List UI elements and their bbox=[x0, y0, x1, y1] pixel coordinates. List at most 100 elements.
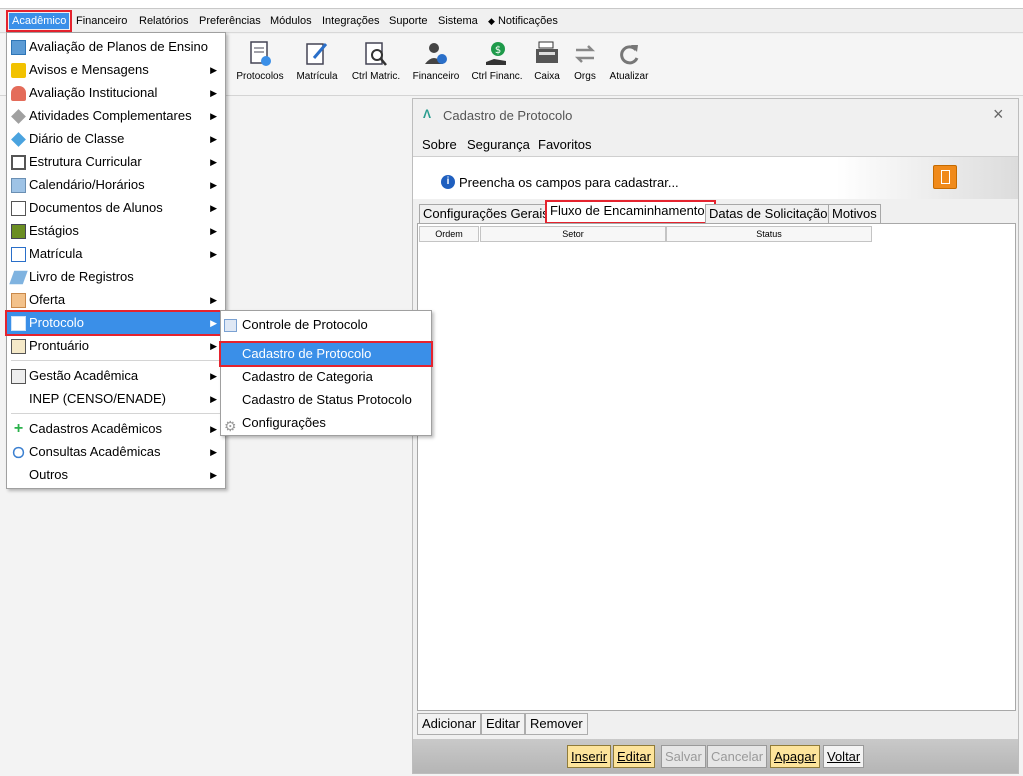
edit-button[interactable]: Editar bbox=[613, 745, 655, 768]
cash-register-icon bbox=[536, 41, 558, 63]
protocol-submenu: Controle de Protocolo Cadastro de Protoc… bbox=[219, 310, 433, 436]
swap-arrows-icon bbox=[574, 45, 596, 63]
menu-item-consultas[interactable]: Consultas Acadêmicas ▶ bbox=[7, 441, 225, 463]
menu-item-avaliacao-planos[interactable]: Avaliação de Planos de Ensino bbox=[7, 36, 225, 58]
toolbar-financeiro-button[interactable]: Financeiro bbox=[410, 38, 462, 92]
add-button[interactable]: Adicionar bbox=[417, 713, 482, 735]
remove-button[interactable]: Remover bbox=[525, 713, 588, 735]
toolbar-orgs-button[interactable]: Orgs bbox=[571, 38, 599, 92]
menu-separator bbox=[11, 413, 221, 414]
chevron-right-icon: ▶ bbox=[210, 203, 217, 213]
svg-text:$: $ bbox=[495, 45, 501, 56]
chevron-right-icon: ▶ bbox=[210, 226, 217, 236]
warning-icon bbox=[11, 63, 26, 78]
back-button[interactable]: Voltar bbox=[823, 745, 865, 768]
menu-item-calendario[interactable]: Calendário/Horários ▶ bbox=[7, 174, 225, 196]
cancel-button[interactable]: Cancelar bbox=[707, 745, 768, 768]
menu-preferencias[interactable]: Preferências bbox=[199, 13, 261, 29]
chevron-right-icon: ▶ bbox=[210, 157, 217, 167]
menu-item-gestao[interactable]: Gestão Acadêmica ▶ bbox=[7, 365, 225, 387]
menu-item-avisos[interactable]: Avisos e Mensagens ▶ bbox=[7, 59, 225, 81]
main-menubar: Acadêmico Financeiro Relatórios Preferên… bbox=[0, 9, 1023, 33]
menu-item-matricula[interactable]: Matrícula ▶ bbox=[7, 243, 225, 265]
menu-sistema[interactable]: Sistema bbox=[438, 13, 478, 29]
column-header-ordem[interactable]: Ordem bbox=[419, 226, 479, 242]
menu-item-outros[interactable]: Outros ▶ bbox=[7, 464, 225, 486]
menu-item-prontuario[interactable]: Prontuário ▶ bbox=[7, 335, 225, 357]
menu-item-estrutura[interactable]: Estrutura Curricular ▶ bbox=[7, 151, 225, 173]
menu-suporte[interactable]: Suporte bbox=[389, 13, 428, 29]
insert-button[interactable]: Inserir bbox=[567, 745, 612, 768]
window-menu-sobre[interactable]: Sobre bbox=[422, 137, 457, 152]
delete-button[interactable]: Apagar bbox=[770, 745, 820, 768]
submenu-cadastro-protocolo[interactable]: Cadastro de Protocolo bbox=[219, 341, 433, 367]
close-icon[interactable]: × bbox=[993, 104, 1004, 125]
window-menu-seguranca[interactable]: Segurança bbox=[467, 137, 530, 152]
toolbar-ctrl-matric-button[interactable]: Ctrl Matric. bbox=[349, 38, 403, 92]
tag-icon bbox=[11, 109, 26, 124]
toolbar-matricula-button[interactable]: Matrícula bbox=[294, 38, 340, 92]
notification-bell-icon: ◆ bbox=[488, 16, 495, 26]
toolbar-caixa-button[interactable]: Caixa bbox=[532, 38, 562, 92]
tab-motivos[interactable]: Motivos bbox=[828, 204, 881, 223]
menu-item-diario[interactable]: Diário de Classe ▶ bbox=[7, 128, 225, 150]
info-bar: i Preencha os campos para cadastrar... bbox=[413, 157, 1018, 199]
calendar-icon bbox=[11, 178, 26, 193]
chevron-right-icon: ▶ bbox=[210, 295, 217, 305]
chevron-right-icon: ▶ bbox=[210, 424, 217, 434]
menu-item-documentos[interactable]: Documentos de Alunos ▶ bbox=[7, 197, 225, 219]
menu-academico[interactable]: Acadêmico bbox=[5, 10, 73, 32]
menu-item-cadastros[interactable]: + Cadastros Acadêmicos ▶ bbox=[7, 418, 225, 440]
toolbar-protocolos-button[interactable]: Protocolos bbox=[236, 38, 284, 92]
chevron-right-icon: ▶ bbox=[210, 318, 217, 328]
chevron-right-icon: ▶ bbox=[210, 371, 217, 381]
tab-configuracoes-gerais[interactable]: Configurações Gerais bbox=[419, 204, 553, 223]
window-menu-favoritos[interactable]: Favoritos bbox=[538, 137, 591, 152]
protocol-control-icon bbox=[224, 319, 237, 332]
submenu-configuracoes[interactable]: ⚙ Configurações bbox=[221, 412, 431, 434]
column-header-setor[interactable]: Setor bbox=[480, 226, 666, 242]
submenu-cadastro-categoria[interactable]: Cadastro de Categoria bbox=[221, 366, 431, 388]
protocol-window: Λ Cadastro de Protocolo × Sobre Seguranç… bbox=[412, 98, 1019, 774]
toolbar-ctrl-financ-button[interactable]: $ Ctrl Financ. bbox=[469, 38, 525, 92]
toolbar-atualizar-button[interactable]: Atualizar bbox=[608, 38, 650, 92]
form-footer: Inserir Editar Salvar Cancelar Apagar Vo… bbox=[413, 739, 1018, 773]
academic-menu: Avaliação de Planos de Ensino Avisos e M… bbox=[5, 32, 227, 489]
finance-person-icon bbox=[425, 43, 447, 64]
finance-hand-icon: $ bbox=[486, 42, 506, 65]
chevron-right-icon: ▶ bbox=[210, 447, 217, 457]
column-header-status[interactable]: Status bbox=[666, 226, 872, 242]
menu-notificacoes[interactable]: ◆ Notificações bbox=[488, 13, 558, 29]
chevron-right-icon: ▶ bbox=[210, 65, 217, 75]
menu-item-atividades[interactable]: Atividades Complementares ▶ bbox=[7, 105, 225, 127]
tab-fluxo-encaminhamentos[interactable]: Fluxo de Encaminhamentos bbox=[544, 200, 717, 224]
menu-financeiro[interactable]: Financeiro bbox=[76, 13, 127, 29]
save-button[interactable]: Salvar bbox=[661, 745, 706, 768]
menu-integracoes[interactable]: Integrações bbox=[322, 13, 379, 29]
menu-item-inep[interactable]: INEP (CENSO/ENADE) ▶ bbox=[7, 388, 225, 410]
submenu-cadastro-status[interactable]: Cadastro de Status Protocolo bbox=[221, 389, 431, 411]
tab-datas-solicitacao[interactable]: Datas de Solicitação bbox=[705, 204, 832, 223]
chevron-right-icon: ▶ bbox=[210, 341, 217, 351]
submenu-controle-protocolo[interactable]: Controle de Protocolo bbox=[221, 314, 431, 336]
info-text: Preencha os campos para cadastrar... bbox=[459, 175, 679, 190]
document-icon bbox=[11, 201, 26, 216]
menu-item-livro[interactable]: Livro de Registros bbox=[7, 266, 225, 288]
routing-table: Ordem Setor Status bbox=[417, 223, 1016, 711]
menu-modulos[interactable]: Módulos bbox=[270, 13, 312, 29]
menu-item-protocolo[interactable]: Protocolo ▶ bbox=[5, 310, 227, 336]
enrollment-icon bbox=[11, 247, 26, 262]
top-strip bbox=[0, 0, 1023, 9]
tab-strip: Configurações Gerais Fluxo de Encaminham… bbox=[417, 200, 1017, 224]
menu-item-avaliacao-institucional[interactable]: Avaliação Institucional ▶ bbox=[7, 82, 225, 104]
menu-item-estagios[interactable]: Estágios ▶ bbox=[7, 220, 225, 242]
enrollment-search-icon bbox=[365, 42, 387, 66]
table-actions: Adicionar Editar Remover bbox=[413, 711, 1018, 737]
window-title: Cadastro de Protocolo bbox=[443, 108, 573, 123]
person-icon bbox=[11, 86, 26, 101]
notebook-icon[interactable] bbox=[933, 165, 957, 189]
edit-row-button[interactable]: Editar bbox=[481, 713, 525, 735]
menu-item-oferta[interactable]: Oferta ▶ bbox=[7, 289, 225, 311]
menu-relatorios[interactable]: Relatórios bbox=[139, 13, 189, 29]
search-icon bbox=[12, 446, 25, 459]
